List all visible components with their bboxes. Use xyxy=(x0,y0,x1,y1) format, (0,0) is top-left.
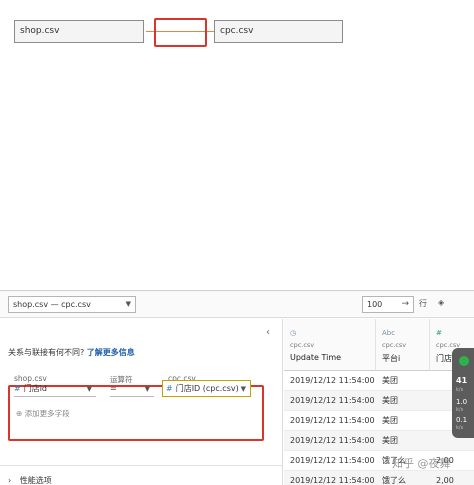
cell-platform: 美团 xyxy=(382,396,398,405)
cell-platform: 饿了么 xyxy=(382,476,406,485)
text-type-icon: Abc xyxy=(382,329,396,337)
rows-label: 行 xyxy=(419,299,427,308)
cell-update-time: 2019/12/12 11:54:00 xyxy=(290,476,375,485)
speed-unit-3: k/s xyxy=(456,425,464,431)
join-help: 关系与联接有何不同? 了解更多信息 xyxy=(8,347,135,358)
join-help-text: 关系与联接有何不同? xyxy=(8,348,85,357)
speed-value-3: 0.1 xyxy=(456,416,468,424)
cell-platform: 美团 xyxy=(382,376,398,385)
arrow-right-icon: → xyxy=(401,299,409,309)
table-row: 2019/12/12 11:54:00 美团 xyxy=(284,431,474,451)
operator-select[interactable]: = ▼ xyxy=(110,381,154,397)
right-field-select[interactable]: # 门店ID (cpc.csv) ▼ xyxy=(162,380,251,397)
operator-value: = xyxy=(110,384,117,393)
cell-update-time: 2019/12/12 11:54:00 xyxy=(290,416,375,425)
join-canvas: shop.csv cpc.csv xyxy=(0,0,474,290)
check-icon xyxy=(459,356,469,366)
speed-unit-2: k/s xyxy=(456,407,464,413)
add-field-label: 添加更多字段 xyxy=(24,409,70,418)
speed-value-2: 1.0 xyxy=(456,398,468,406)
table-row: 2019/12/12 11:54:00 饿了么 2,00 xyxy=(284,471,474,485)
row-count-input[interactable]: 100 → xyxy=(362,296,414,313)
learn-more-link[interactable]: 了解更多信息 xyxy=(87,348,135,357)
column-header-update-time[interactable]: ◷ cpc.csv Update Time xyxy=(284,319,376,371)
speed-unit-1: k/s xyxy=(456,387,464,393)
collapse-icon[interactable]: ‹ xyxy=(266,327,270,338)
performance-options-toggle[interactable]: › 性能选项 xyxy=(8,475,52,485)
clock-icon: ◷ xyxy=(290,329,297,337)
add-field-link[interactable]: ⊕ 添加更多字段 xyxy=(16,408,70,419)
column-name: Update Time xyxy=(290,353,342,362)
watermark: 知乎 @夜舞 xyxy=(392,457,451,470)
table-box-shop[interactable]: shop.csv xyxy=(14,20,144,43)
cell-update-time: 2019/12/12 11:54:00 xyxy=(290,376,375,385)
speed-overlay: 41 k/s 1.0 k/s 0.1 k/s xyxy=(452,348,474,438)
cell-update-time: 2019/12/12 11:54:00 xyxy=(290,436,375,445)
cell-update-time: 2019/12/12 11:54:00 xyxy=(290,456,375,465)
add-icon: ⊕ xyxy=(16,409,25,418)
table-box-cpc[interactable]: cpc.csv xyxy=(214,20,343,43)
number-icon: # xyxy=(14,384,21,393)
speed-value-1: 41 xyxy=(456,376,468,385)
left-field-select[interactable]: # 门店id ▼ xyxy=(14,381,96,397)
column-source: cpc.csv xyxy=(290,341,315,349)
join-icon-highlight[interactable] xyxy=(154,18,207,47)
number-icon: # xyxy=(436,329,442,337)
connection-select[interactable]: shop.csv — cpc.csv ▼ xyxy=(8,296,136,313)
cell-platform: 美团 xyxy=(382,416,398,425)
divider xyxy=(0,465,283,466)
left-field-value: 门店id xyxy=(23,384,48,393)
settings-icon[interactable]: ◈ xyxy=(438,298,444,307)
preview-toolbar: shop.csv — cpc.csv ▼ 100 → 行 ◈ xyxy=(0,291,474,318)
chevron-down-icon: ▼ xyxy=(240,385,246,393)
chevron-right-icon: › xyxy=(8,476,12,485)
right-field-value: 门店ID (cpc.csv) xyxy=(175,384,239,393)
cell-store-id: 2,00 xyxy=(436,476,454,485)
table-row: 2019/12/12 11:54:00 美团 xyxy=(284,371,474,391)
row-count-value: 100 xyxy=(367,300,383,309)
connection-select-label: shop.csv — cpc.csv xyxy=(13,300,91,309)
join-settings-pane: ‹ 关系与联接有何不同? 了解更多信息 shop.csv 运算符 cpc.csv… xyxy=(0,319,283,485)
column-source: cpc.csv xyxy=(382,341,407,349)
table-row: 2019/12/12 11:54:00 美团 xyxy=(284,391,474,411)
number-icon: # xyxy=(166,384,173,393)
table-row: 2019/12/12 11:54:00 美团 xyxy=(284,411,474,431)
cell-platform: 美团 xyxy=(382,436,398,445)
chevron-down-icon: ▼ xyxy=(144,385,150,393)
performance-options-label: 性能选项 xyxy=(19,476,52,485)
column-name: 平台i xyxy=(382,354,401,363)
chevron-down-icon: ▼ xyxy=(86,385,92,393)
chevron-down-icon: ▼ xyxy=(125,300,131,308)
column-header-platform[interactable]: Abc cpc.csv 平台i xyxy=(376,319,430,371)
cell-update-time: 2019/12/12 11:54:00 xyxy=(290,396,375,405)
